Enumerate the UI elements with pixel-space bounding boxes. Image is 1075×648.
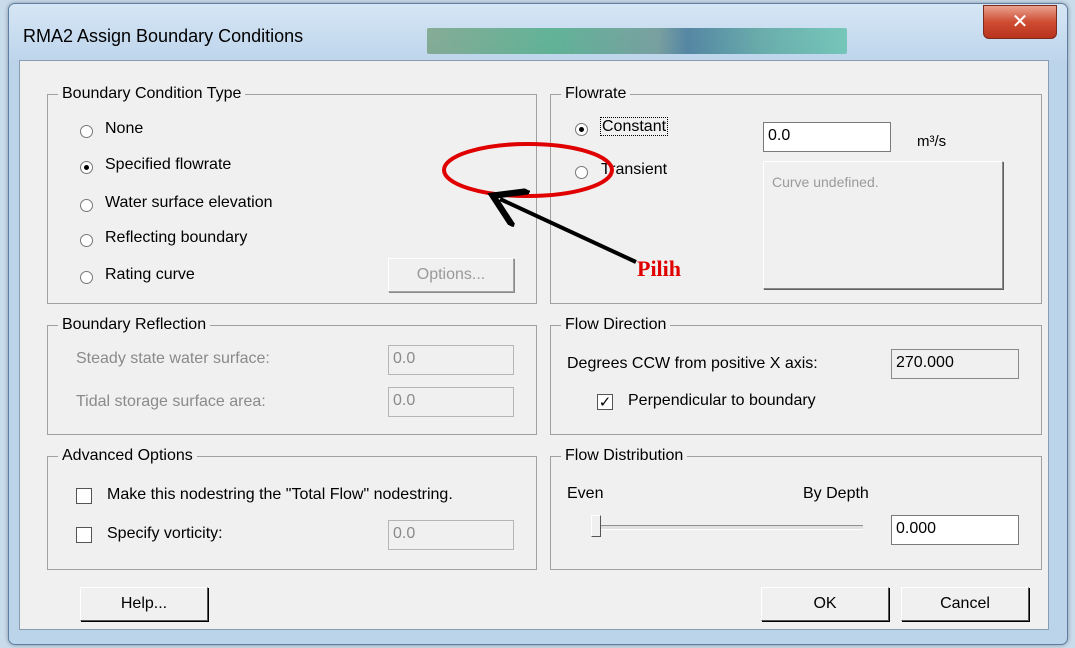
annotation-ellipse xyxy=(442,142,614,198)
annotation-label: Pilih xyxy=(637,256,682,281)
annotation-overlay xyxy=(442,142,637,264)
annotation-arrow xyxy=(500,199,637,264)
